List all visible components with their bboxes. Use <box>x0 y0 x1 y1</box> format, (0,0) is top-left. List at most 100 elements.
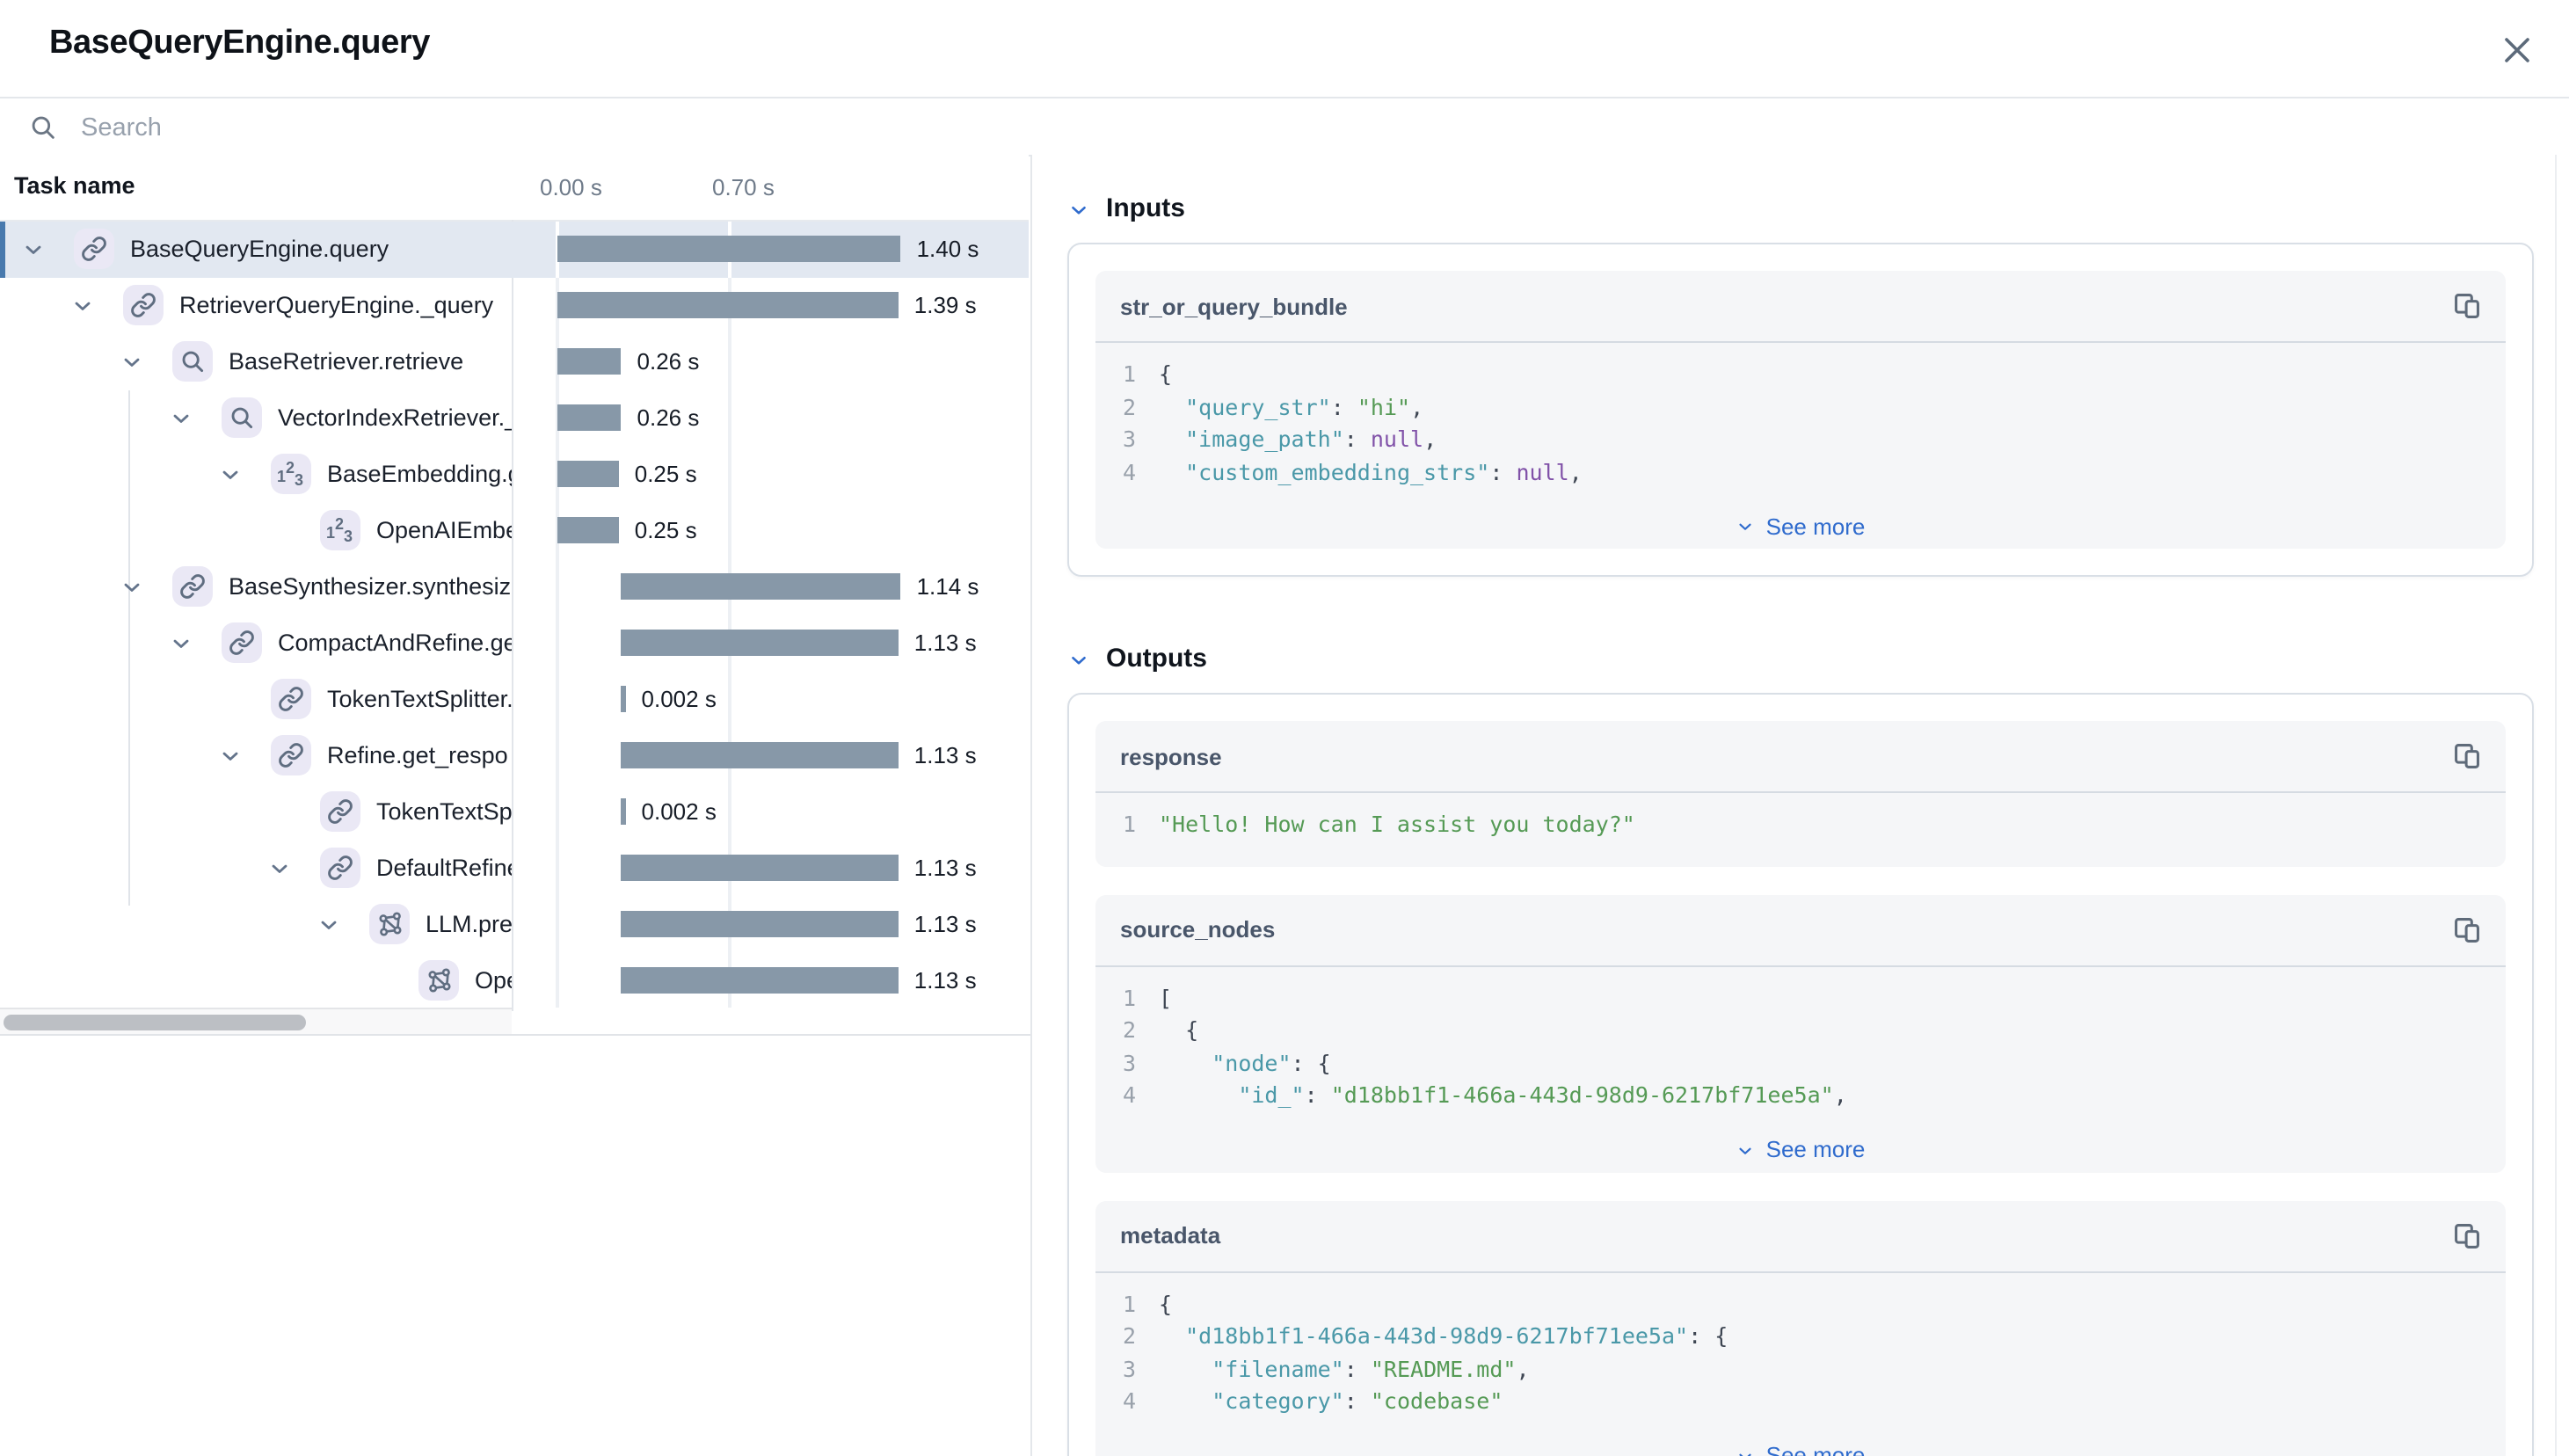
task-row-left: BaseSynthesizer.synthesiz <box>0 559 512 615</box>
line-number: 3 <box>1120 424 1136 456</box>
expand-chevron-icon[interactable] <box>120 575 144 600</box>
task-row[interactable]: VectorIndexRetriever._ 0.26 s <box>0 390 1029 447</box>
duration-bar[interactable] <box>622 573 901 600</box>
task-row-left: TokenTextSplitter. <box>0 672 512 728</box>
section-title: Outputs <box>1106 644 1207 673</box>
task-row-left: Refine.get_respo <box>0 728 512 784</box>
line-number: 2 <box>1120 1321 1136 1353</box>
expand-chevron-icon[interactable] <box>169 406 193 431</box>
see-more-chevron-icon <box>1736 1140 1756 1160</box>
span-detail-panel: Inputsstr_or_query_bundle1{2 "query_str"… <box>1030 155 2569 1456</box>
task-label: VectorIndexRetriever._ <box>278 404 512 431</box>
field-name: str_or_query_bundle <box>1120 293 1348 319</box>
horizontal-scrollbar-thumb[interactable] <box>4 1014 306 1030</box>
task-label: CompactAndRefine.ge <box>278 630 512 656</box>
duration-label: 1.39 s <box>914 292 977 318</box>
window-header: BaseQueryEngine.query <box>0 0 2569 98</box>
duration-label: 1.14 s <box>917 573 979 600</box>
table-column-header: Task name 0.00 s0.70 s <box>0 155 1029 220</box>
code-line: 1{ <box>1120 1288 2481 1321</box>
field-card-header: str_or_query_bundle <box>1095 271 2506 343</box>
task-row-left: BaseQueryEngine.query <box>0 222 512 278</box>
duration-label: 0.26 s <box>637 348 700 375</box>
duration-bar[interactable] <box>557 404 622 431</box>
section-header-inputs[interactable]: Inputs <box>1067 193 2534 223</box>
code-line: 1[ <box>1120 982 2481 1015</box>
horizontal-scrollbar <box>0 1008 512 1034</box>
duration-bar[interactable] <box>557 236 901 262</box>
duration-bar[interactable] <box>557 517 619 543</box>
duration-bar[interactable] <box>622 630 899 656</box>
duration-bar[interactable] <box>622 855 899 881</box>
search-input[interactable] <box>77 98 2370 158</box>
duration-bar[interactable] <box>622 911 899 937</box>
see-more-label: See more <box>1766 1136 1866 1162</box>
code-line: 1"Hello! How can I assist you today?" <box>1120 809 2481 841</box>
task-row-left: CompactAndRefine.ge <box>0 615 512 672</box>
task-label: TokenTextSp <box>376 798 512 825</box>
copy-button[interactable] <box>2451 1220 2481 1250</box>
code-line: 3 "filename": "README.md", <box>1120 1353 2481 1386</box>
duration-bar[interactable] <box>557 292 899 318</box>
section-header-outputs[interactable]: Outputs <box>1067 644 2534 673</box>
duration-bar[interactable] <box>622 686 626 712</box>
see-more-link[interactable]: See more <box>1095 1432 2506 1456</box>
embedding-123-icon: 123 <box>271 454 311 494</box>
task-row[interactable]: Refine.get_respo1.13 s <box>0 728 1029 784</box>
copy-button[interactable] <box>2451 741 2481 771</box>
task-label: BaseQueryEngine.query <box>130 236 389 262</box>
duration-bar[interactable] <box>622 742 899 768</box>
duration-bar[interactable] <box>557 461 619 487</box>
expand-chevron-icon[interactable] <box>218 462 243 487</box>
duration-label: 0.26 s <box>637 404 700 431</box>
field-name: response <box>1120 743 1222 769</box>
expand-chevron-icon[interactable] <box>218 744 243 768</box>
code-block: 1{2 "d18bb1f1-466a-443d-98d9-6217bf71ee5… <box>1095 1272 2506 1429</box>
task-row[interactable]: CompactAndRefine.ge1.13 s <box>0 615 1029 672</box>
task-row-left: Ope <box>0 953 512 1009</box>
task-row[interactable]: 123OpenAIEmbe0.25 s <box>0 503 1029 559</box>
see-more-link[interactable]: See more <box>1095 1126 2506 1172</box>
task-row[interactable]: 123BaseEmbedding.g0.25 s <box>0 447 1029 503</box>
field-card-header: source_nodes <box>1095 894 2506 966</box>
see-more-link[interactable]: See more <box>1095 503 2506 549</box>
expand-chevron-icon[interactable] <box>21 237 46 262</box>
task-row[interactable]: TokenTextSplitter. 0.002 s <box>0 672 1029 728</box>
code-line: 1{ <box>1120 359 2481 391</box>
expand-chevron-icon[interactable] <box>267 856 292 881</box>
task-row[interactable]: RetrieverQueryEngine._query1.39 s <box>0 278 1029 334</box>
task-row[interactable]: DefaultRefine1.13 s <box>0 841 1029 897</box>
inputs-card: str_or_query_bundle1{2 "query_str": "hi"… <box>1067 243 2534 577</box>
copy-button[interactable] <box>2451 291 2481 321</box>
task-row[interactable]: BaseQueryEngine.query1.40 s <box>0 222 1029 278</box>
see-more-chevron-icon <box>1736 517 1756 536</box>
expand-chevron-icon[interactable] <box>169 631 193 656</box>
link-icon <box>271 679 311 719</box>
task-row[interactable]: LLM.pre1.13 s <box>0 897 1029 953</box>
task-row[interactable]: BaseSynthesizer.synthesiz 1.14 s <box>0 559 1029 615</box>
field-card: metadata1{2 "d18bb1f1-466a-443d-98d9-621… <box>1095 1200 2506 1456</box>
task-label: DefaultRefine <box>376 855 512 881</box>
task-label: TokenTextSplitter. <box>327 686 512 712</box>
task-row[interactable]: TokenTextSp0.002 s <box>0 784 1029 841</box>
link-icon <box>320 791 360 832</box>
expand-chevron-icon[interactable] <box>70 294 95 318</box>
field-card-header: metadata <box>1095 1200 2506 1272</box>
link-icon <box>320 848 360 888</box>
expand-chevron-icon[interactable] <box>120 350 144 375</box>
code-line: 2 { <box>1120 1015 2481 1047</box>
duration-label: 0.002 s <box>642 686 717 712</box>
line-number: 1 <box>1120 1288 1136 1321</box>
duration-bar[interactable] <box>622 798 626 825</box>
copy-button[interactable] <box>2451 914 2481 944</box>
line-number: 4 <box>1120 456 1136 489</box>
expand-chevron-icon[interactable] <box>317 913 341 937</box>
duration-bar[interactable] <box>622 967 899 994</box>
section-title: Inputs <box>1106 193 1185 223</box>
close-button[interactable] <box>2499 32 2534 67</box>
link-icon <box>271 735 311 775</box>
duration-bar[interactable] <box>557 348 622 375</box>
page-title: BaseQueryEngine.query <box>49 25 430 63</box>
task-row[interactable]: BaseRetriever.retrieve0.26 s <box>0 334 1029 390</box>
task-row[interactable]: Ope1.13 s <box>0 953 1029 1009</box>
